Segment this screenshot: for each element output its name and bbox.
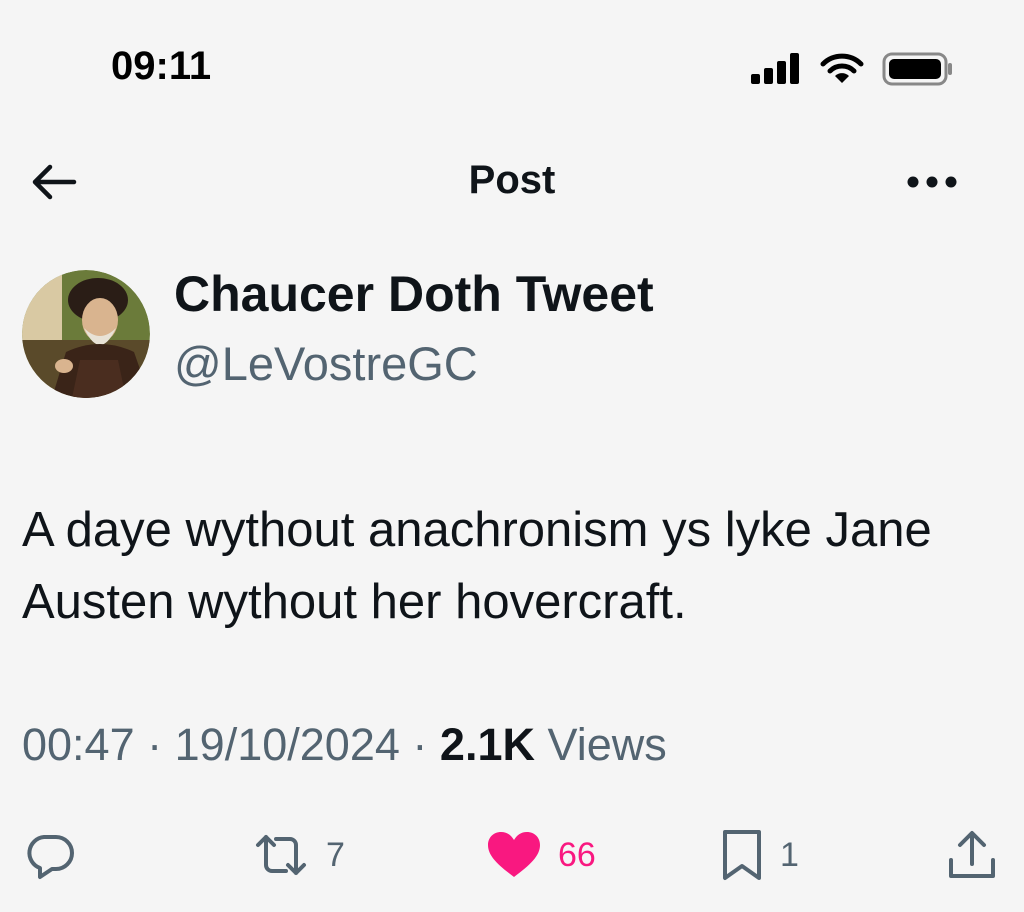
status-time: 09:11 xyxy=(111,44,212,88)
author-handle[interactable]: @LeVostreGC xyxy=(174,336,478,391)
heart-icon xyxy=(488,832,540,877)
retweet-button[interactable]: 7 xyxy=(252,820,345,890)
bookmark-icon xyxy=(723,830,761,880)
tweet-date[interactable]: 19/10/2024 xyxy=(175,719,400,770)
tweet-text: A daye wythout anachronism ys lyke Jane … xyxy=(22,503,932,629)
bookmark-button[interactable]: 1 xyxy=(720,820,799,890)
more-horizontal-icon xyxy=(907,176,957,188)
retweet-count: 7 xyxy=(326,835,345,874)
bookmark-count: 1 xyxy=(780,835,799,874)
like-count: 66 xyxy=(558,835,596,874)
author-display-name[interactable]: Chaucer Doth Tweet xyxy=(174,265,654,323)
cellular-signal-icon xyxy=(751,53,799,84)
status-icons xyxy=(750,52,954,86)
views-count[interactable]: 2.1K xyxy=(440,719,535,770)
like-button[interactable]: 66 xyxy=(486,820,596,890)
reply-button[interactable] xyxy=(24,820,92,890)
meta-separator: · xyxy=(147,719,163,770)
page-title: Post xyxy=(468,158,556,202)
meta-separator: · xyxy=(412,719,428,770)
retweet-icon xyxy=(256,835,306,875)
more-options-button[interactable] xyxy=(902,162,962,202)
avatar[interactable] xyxy=(22,270,150,398)
reply-bubble-icon xyxy=(27,835,74,879)
share-icon xyxy=(949,831,995,878)
battery-icon xyxy=(882,52,952,86)
wifi-icon xyxy=(820,53,864,83)
views-label[interactable]: Views xyxy=(548,719,667,770)
post-screen: 09:11 Post Chaucer Doth Tweet @LeVostreG… xyxy=(0,0,1024,912)
tweet-meta: 00:47 · 19/10/2024 · 2.1K Views xyxy=(22,719,667,771)
tweet-time[interactable]: 00:47 xyxy=(22,719,135,770)
avatar-portrait-image xyxy=(22,270,150,398)
action-bar: 7 66 1 xyxy=(0,820,1024,890)
share-button[interactable] xyxy=(946,820,998,890)
